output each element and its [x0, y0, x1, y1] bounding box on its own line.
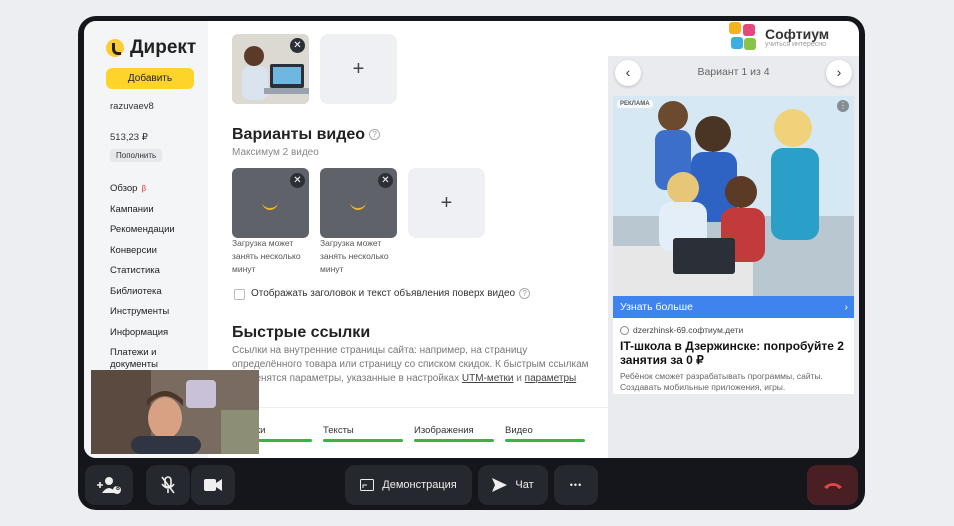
sidebar-item-campaigns[interactable]: Кампании — [110, 204, 180, 225]
video-section-title: Варианты видео? — [232, 126, 381, 144]
children-at-laptop-image — [613, 96, 854, 296]
ad-domain[interactable]: dzerzhinsk-69.софтиум.дети — [620, 325, 743, 335]
camera-toggle-button[interactable] — [191, 465, 235, 505]
tab-video[interactable]: Видео — [505, 425, 533, 436]
tab-texts-bar — [323, 439, 403, 442]
ad-preview: ‹ Вариант 1 из 4 › РЕКЛАМА ⋮ Узнать боль… — [608, 56, 859, 458]
more-options-button[interactable]: ••• — [554, 465, 598, 505]
ad-text: Ребёнок сможет разрабатывать программы, … — [620, 371, 823, 392]
video-section-title-text: Варианты видео — [232, 126, 366, 143]
presenter-video-image — [91, 370, 259, 454]
webcam-video[interactable] — [91, 370, 259, 454]
username[interactable]: razuvaev8 — [110, 101, 154, 112]
puzzle-logo-icon — [729, 22, 759, 52]
add-button[interactable]: Добавить — [106, 68, 194, 89]
cta-label: Узнать больше — [620, 301, 693, 313]
overlay-text-label: Отображать заголовок и текст объявления … — [251, 288, 531, 300]
add-video-button[interactable]: + — [408, 168, 485, 238]
tab-images-bar — [414, 439, 494, 442]
hang-up-icon — [823, 483, 842, 489]
mic-off-icon — [161, 476, 175, 494]
tab-texts[interactable]: Тексты — [323, 425, 354, 436]
more-options-icon[interactable]: ⋮ — [837, 100, 849, 112]
preview-tabs: Ссылки Тексты Изображения Видео — [208, 423, 608, 458]
quick-links-description: Ссылки на внутренние страницы сайта: нап… — [232, 344, 592, 400]
variant-counter: Вариант 1 из 4 — [697, 66, 770, 78]
screen-share-label: Демонстрация — [382, 479, 457, 491]
tabs-divider — [208, 407, 608, 408]
quick-links-title: Быстрые ссылки — [232, 324, 371, 341]
video-loading-caption: Загрузка может занять несколько минут — [232, 238, 301, 274]
overlay-text-label-text: Отображать заголовок и текст объявления … — [251, 288, 516, 300]
screen-share-icon — [360, 479, 375, 491]
direct-logo[interactable]: Директ — [106, 37, 196, 59]
participants-count: 8 — [116, 485, 120, 492]
utm-link[interactable]: UTM-метки — [462, 373, 514, 384]
remove-icon[interactable]: ✕ — [290, 38, 305, 53]
sidebar-item-statistics[interactable]: Статистика — [110, 265, 180, 286]
loading-spinner-icon — [350, 200, 366, 210]
beta-badge: β — [141, 184, 147, 193]
ad-title[interactable]: IT-школа в Дзержинске: попробуйте 2 заня… — [620, 339, 852, 367]
add-image-button[interactable]: + — [320, 34, 397, 104]
next-variant-button[interactable]: › — [826, 60, 852, 86]
tab-images[interactable]: Изображения — [414, 425, 474, 436]
more-dots-icon: ••• — [569, 480, 583, 490]
sidebar-item-tools[interactable]: Инструменты — [110, 306, 180, 327]
remove-icon[interactable]: ✕ — [378, 173, 393, 188]
sidebar-item-payments[interactable]: Платежи и документы — [110, 347, 180, 370]
remove-icon[interactable]: ✕ — [290, 173, 305, 188]
sidebar-nav: Обзор β Кампании Рекомендации Конверсии С… — [110, 183, 180, 370]
brand-name: Софтиум — [765, 25, 830, 42]
refill-button[interactable]: Пополнить — [110, 149, 163, 162]
sidebar-item-label: Обзор — [110, 183, 138, 194]
camera-icon — [204, 479, 222, 491]
video-section-subtitle: Максимум 2 видео — [232, 147, 319, 158]
chevron-right-icon: › — [844, 301, 849, 313]
brand-tagline: учиться интересно — [765, 40, 826, 48]
logo-text: Директ — [130, 37, 197, 58]
send-icon — [492, 478, 508, 492]
loading-spinner-icon — [262, 200, 278, 210]
video-tile-1[interactable]: ✕ — [232, 168, 309, 238]
image-thumbnail[interactable]: ✕ — [232, 34, 309, 104]
softium-logo: Софтиум учиться интересно — [729, 22, 829, 52]
help-icon[interactable]: ? — [369, 129, 381, 141]
ad-label: РЕКЛАМА — [617, 100, 653, 108]
sidebar-item-conversions[interactable]: Конверсии — [110, 245, 180, 266]
mic-toggle-button[interactable] — [146, 465, 190, 505]
overlay-text-checkbox[interactable] — [234, 289, 245, 300]
cta-button[interactable]: Узнать больше › — [613, 296, 854, 318]
brand-text: Софтиум учиться интересно — [765, 27, 829, 48]
help-icon[interactable]: ? — [519, 288, 531, 299]
sidebar-item-overview[interactable]: Обзор β — [110, 183, 180, 204]
sidebar-item-recommendations[interactable]: Рекомендации — [110, 224, 180, 245]
ad-domain-text: dzerzhinsk-69.софтиум.дети — [633, 325, 744, 335]
globe-icon — [620, 325, 629, 335]
sidebar-item-library[interactable]: Библиотека — [110, 286, 180, 307]
ad-card[interactable]: РЕКЛАМА ⋮ Узнать больше › dzerzhinsk-69.… — [613, 96, 854, 394]
yandex-logo-icon — [106, 39, 124, 57]
tab-video-bar — [505, 439, 585, 442]
ad-editor: ✕ + Варианты видео? Максимум 2 видео ✕ З… — [208, 21, 608, 458]
end-call-button[interactable] — [807, 465, 858, 505]
ad-photo: РЕКЛАМА ⋮ — [613, 96, 854, 296]
chat-label: Чат — [515, 479, 534, 491]
screen-share-button[interactable]: Демонстрация — [345, 465, 472, 505]
sidebar-item-information[interactable]: Информация — [110, 327, 180, 348]
add-participant-button[interactable]: 8 — [85, 465, 133, 505]
account-balance: 513,23 ₽ — [110, 132, 148, 143]
video-loading-caption: Загрузка может занять несколько минут — [320, 238, 389, 274]
chat-button[interactable]: Чат — [478, 465, 548, 505]
video-tile-2[interactable]: ✕ — [320, 168, 397, 238]
